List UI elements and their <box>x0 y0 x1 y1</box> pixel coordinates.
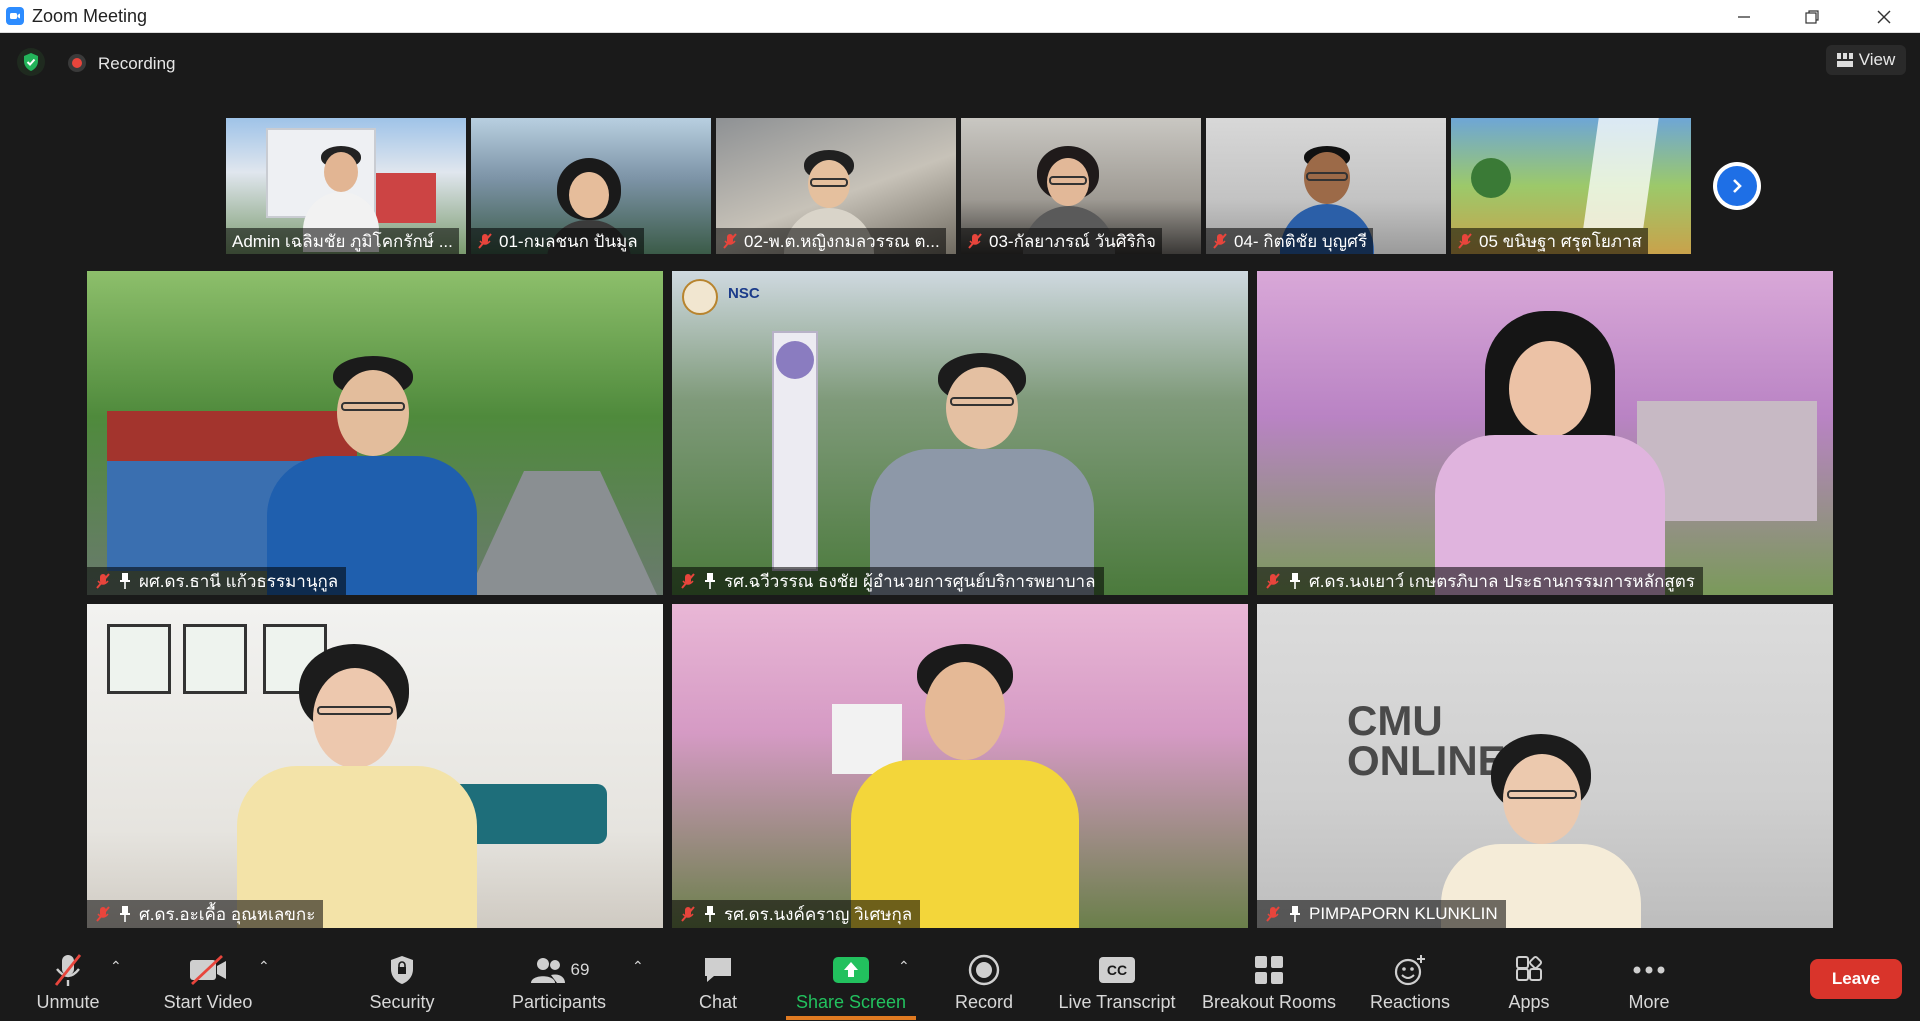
participant-name-label: รศ.ฉวีวรรณ ธงชัย ผู้อำนวยการศูนย์บริการพ… <box>672 567 1104 595</box>
thumbnail-tile[interactable]: 05 ขนิษฐา ศรุตโยภาส <box>1451 118 1691 254</box>
reactions-button[interactable]: Reactions <box>1362 938 1458 1021</box>
apps-icon <box>1514 952 1544 988</box>
close-button[interactable] <box>1850 0 1918 33</box>
pin-icon <box>1290 573 1300 589</box>
meeting-top-bar: Recording View <box>0 33 1920 93</box>
share-screen-indicator <box>786 1016 916 1020</box>
participant-name-label: 05 ขนิษฐา ศรุตโยภาส <box>1451 228 1648 254</box>
muted-mic-icon <box>723 233 737 249</box>
pin-icon <box>705 573 715 589</box>
muted-mic-icon <box>96 906 110 922</box>
cmu-wall-text-line1: CMU <box>1347 697 1443 744</box>
participant-name-label: ผศ.ดร.ธานี แก้วธรรมานุกูล <box>87 567 347 595</box>
muted-mic-icon <box>681 906 695 922</box>
nsc-logo: NSC <box>728 285 760 302</box>
muted-mic-icon <box>1266 573 1280 589</box>
chevron-right-icon <box>1717 166 1757 206</box>
thumbnail-tile[interactable]: 02-พ.ต.หญิงกมลวรรณ ต... <box>716 118 956 254</box>
thumbnail-tile[interactable]: Admin เฉลิมชัย ภูมิโคกรักษ์ ... <box>226 118 466 254</box>
recording-icon <box>68 54 86 72</box>
unmute-button[interactable]: Unmute <box>28 938 108 1021</box>
meeting-toolbar: Unmute ⌃ Start Video ⌃ Security 69 Parti… <box>0 938 1920 1021</box>
view-label: View <box>1858 50 1896 69</box>
closed-captions-icon: CC <box>1099 952 1135 988</box>
video-off-icon <box>188 952 228 988</box>
window-title: Zoom Meeting <box>32 5 148 26</box>
restore-button[interactable] <box>1778 0 1846 33</box>
muted-mic-icon <box>96 573 110 589</box>
video-tile[interactable]: NSC รศ.ฉวีวรรณ ธงชัย ผู้อำนวยการศูนย์บริ… <box>672 271 1248 595</box>
live-transcript-button[interactable]: CC Live Transcript <box>1054 938 1180 1021</box>
pin-icon <box>120 573 130 589</box>
university-seal-logo <box>682 279 718 315</box>
thumbnail-tile[interactable]: 01-กมลชนก ปันมูล <box>471 118 711 254</box>
audio-options-caret[interactable]: ⌃ <box>110 958 122 975</box>
thumbnail-tile[interactable]: 03-กัลยาภรณ์ วันศิริกิจ <box>961 118 1201 254</box>
participants-options-caret[interactable]: ⌃ <box>632 958 644 975</box>
recording-label: Recording <box>98 54 176 73</box>
muted-mic-icon <box>968 233 982 249</box>
restore-icon <box>1805 9 1819 24</box>
zoom-app-icon <box>6 7 24 25</box>
encryption-shield-icon[interactable] <box>17 48 45 76</box>
share-options-caret[interactable]: ⌃ <box>898 958 910 975</box>
cmu-wall-text-line2: ONLINE <box>1347 737 1506 784</box>
participants-icon: 69 <box>529 952 590 988</box>
view-button[interactable]: View <box>1826 45 1906 75</box>
participant-name-label: Admin เฉลิมชัย ภูมิโคกรักษ์ ... <box>226 228 459 254</box>
participants-count: 69 <box>570 960 590 979</box>
video-tile[interactable]: ศ.ดร.นงเยาว์ เกษตรภิบาล ประธานกรรมการหลั… <box>1257 271 1833 595</box>
minimize-button[interactable] <box>1710 0 1778 33</box>
muted-mic-icon <box>681 573 695 589</box>
video-options-caret[interactable]: ⌃ <box>258 958 270 975</box>
next-page-button[interactable] <box>1713 162 1761 210</box>
participant-name-label: รศ.ดร.นงค์คราญ วิเศษกุล <box>672 900 921 928</box>
muted-mic-icon <box>51 952 85 988</box>
chat-button[interactable]: Chat <box>690 938 746 1021</box>
muted-mic-icon <box>1458 233 1472 249</box>
minimize-icon <box>1738 15 1750 18</box>
participants-button[interactable]: 69 Participants <box>502 938 616 1021</box>
video-tile[interactable]: ผศ.ดร.ธานี แก้วธรรมานุกูล <box>87 271 663 595</box>
pin-icon <box>705 906 715 922</box>
participant-name-label: ศ.ดร.อะเคื้อ อุณหเลขกะ <box>87 900 324 928</box>
muted-mic-icon <box>1266 906 1280 922</box>
video-tile[interactable]: CMU ONLINE PIMPAPORN KLUNKLIN <box>1257 604 1833 928</box>
record-button[interactable]: Record <box>950 938 1018 1021</box>
record-icon <box>968 952 1000 988</box>
participant-name-label: 03-กัลยาภรณ์ วันศิริกิจ <box>961 228 1162 254</box>
more-button[interactable]: More <box>1620 938 1678 1021</box>
breakout-rooms-button[interactable]: Breakout Rooms <box>1198 938 1340 1021</box>
start-video-button[interactable]: Start Video <box>158 938 258 1021</box>
smiley-plus-icon <box>1393 952 1427 988</box>
close-icon <box>1877 10 1891 23</box>
pin-icon <box>120 906 130 922</box>
participant-name-label: PIMPAPORN KLUNKLIN <box>1257 900 1506 928</box>
pin-icon <box>1290 906 1300 922</box>
participant-name-label: 04- กิตติชัย บุญศรี <box>1206 228 1374 254</box>
security-button[interactable]: Security <box>360 938 444 1021</box>
leave-button[interactable]: Leave <box>1810 959 1902 999</box>
muted-mic-icon <box>1213 233 1227 249</box>
share-screen-icon <box>832 952 870 988</box>
muted-mic-icon <box>478 233 492 249</box>
security-shield-icon <box>388 952 416 988</box>
ellipsis-icon <box>1632 952 1666 988</box>
participant-name-label: 02-พ.ต.หญิงกมลวรรณ ต... <box>716 228 946 254</box>
chat-bubble-icon <box>702 952 734 988</box>
apps-button[interactable]: Apps <box>1500 938 1558 1021</box>
breakout-rooms-icon <box>1253 952 1285 988</box>
share-screen-button[interactable]: Share Screen <box>786 938 916 1021</box>
thumbnail-tile[interactable]: 04- กิตติชัย บุญศรี <box>1206 118 1446 254</box>
participant-name-label: ศ.ดร.นงเยาว์ เกษตรภิบาล ประธานกรรมการหลั… <box>1257 567 1703 595</box>
participant-name-label: 01-กมลชนก ปันมูล <box>471 228 644 254</box>
window-titlebar: Zoom Meeting <box>0 0 1920 33</box>
video-tile[interactable]: ศ.ดร.อะเคื้อ อุณหเลขกะ <box>87 604 663 928</box>
video-tile[interactable]: รศ.ดร.นงค์คราญ วิเศษกุล <box>672 604 1248 928</box>
grid-view-icon <box>1836 53 1853 67</box>
